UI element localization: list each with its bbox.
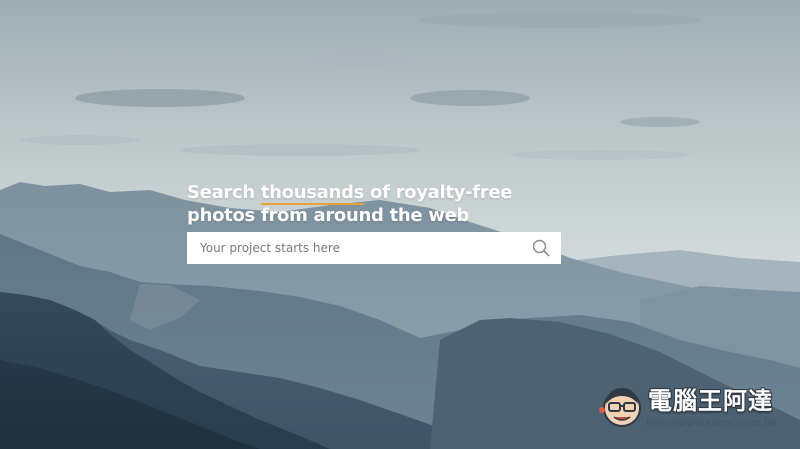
watermark-title: 電腦王阿達 [648, 387, 773, 415]
search-icon [532, 239, 550, 257]
search-button[interactable] [521, 232, 561, 264]
headline-highlight-word: thousands [260, 182, 365, 205]
headline-text-start: Search [187, 182, 261, 203]
watermark-url: http://www.kocpc.com.tw [646, 418, 777, 429]
headline-text-end: of royalty-free [364, 182, 513, 203]
site-watermark: 電腦王阿達 http://www.kocpc.com.tw [598, 378, 794, 438]
search-box [187, 232, 561, 264]
hero-content: Search thousands of royalty-free photos f… [187, 181, 567, 264]
headline-line-2: photos from around the web [187, 205, 470, 226]
hero-headline: Search thousands of royalty-free photos f… [187, 181, 567, 227]
mascot-face-icon [599, 388, 641, 427]
page: Search thousands of royalty-free photos f… [0, 0, 800, 449]
search-input[interactable] [187, 233, 521, 263]
